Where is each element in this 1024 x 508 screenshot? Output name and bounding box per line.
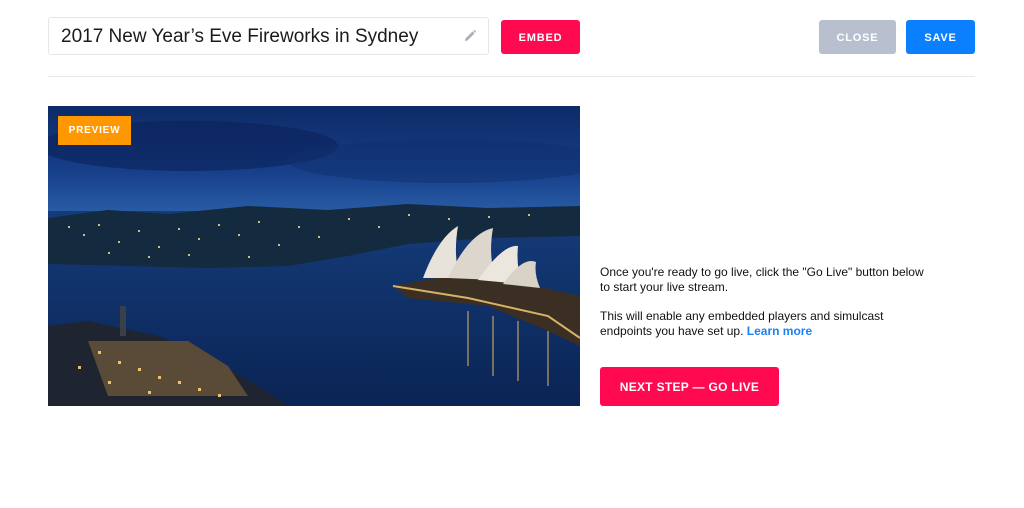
top-bar: 2017 New Year’s Eve Fireworks in Sydney … — [0, 0, 1024, 76]
info-paragraph-1: Once you're ready to go live, click the … — [600, 265, 924, 294]
embed-button[interactable]: EMBED — [501, 20, 580, 54]
stream-title-text[interactable]: 2017 New Year’s Eve Fireworks in Sydney — [61, 26, 418, 48]
header-divider — [48, 76, 975, 77]
go-live-info: Once you're ready to go live, click the … — [600, 265, 930, 353]
close-button[interactable]: CLOSE — [819, 20, 896, 54]
info-paragraph-2-text: This will enable any embedded players an… — [600, 309, 884, 338]
pencil-icon[interactable] — [462, 28, 478, 44]
stream-title-field[interactable]: 2017 New Year’s Eve Fireworks in Sydney — [48, 17, 489, 55]
save-button[interactable]: SAVE — [906, 20, 975, 54]
info-paragraph-2: This will enable any embedded players an… — [600, 309, 930, 339]
learn-more-link[interactable]: Learn more — [747, 324, 812, 338]
preview-image — [48, 106, 580, 406]
go-live-button[interactable]: NEXT STEP — GO LIVE — [600, 367, 779, 406]
stream-preview: PREVIEW — [48, 106, 580, 406]
preview-badge: PREVIEW — [58, 116, 131, 145]
